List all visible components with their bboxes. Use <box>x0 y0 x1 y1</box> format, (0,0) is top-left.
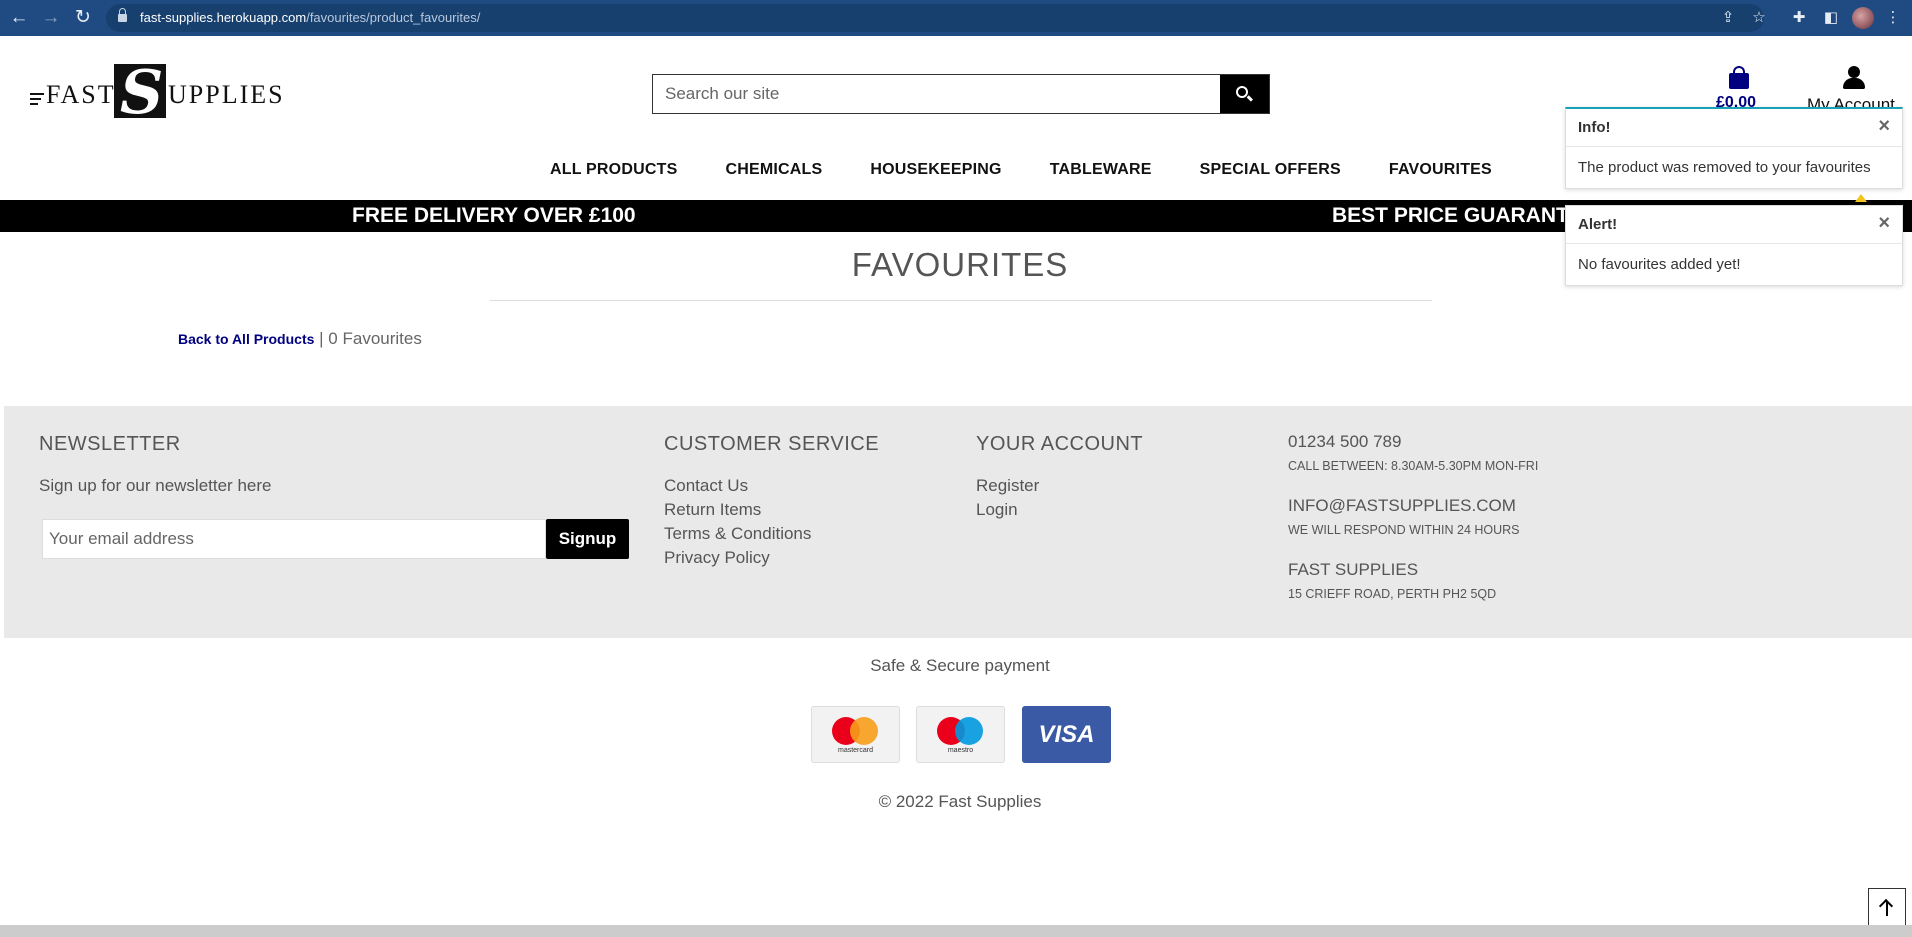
search-form <box>652 74 1270 114</box>
back-arrow-icon[interactable]: ← <box>8 7 30 29</box>
customer-service-links: Contact Us Return Items Terms & Conditio… <box>664 476 811 572</box>
terms-link[interactable]: Terms & Conditions <box>664 524 811 548</box>
search-button[interactable] <box>1220 75 1269 113</box>
return-items-link[interactable]: Return Items <box>664 500 811 524</box>
bookmark-star-icon[interactable]: ☆ <box>1748 7 1770 29</box>
separator: | <box>319 329 324 348</box>
mastercard-logo: mastercard <box>811 706 900 763</box>
browser-toolbar: ← → ↻ fast-supplies.herokuapp.com/favour… <box>0 0 1912 36</box>
search-input[interactable] <box>653 75 1221 113</box>
toast-title: Alert! <box>1578 216 1618 233</box>
maestro-label: maestro <box>947 747 974 754</box>
reload-icon[interactable]: ↻ <box>72 7 94 29</box>
company-name: FAST SUPPLIES <box>1288 560 1419 579</box>
register-link[interactable]: Register <box>976 476 1039 500</box>
profile-avatar[interactable] <box>1852 7 1874 29</box>
maestro-logo: maestro <box>916 706 1005 763</box>
secure-payment-text: Safe & Secure payment <box>870 656 1050 675</box>
newsletter-heading: NEWSLETTER <box>39 433 181 455</box>
toast-title: Info! <box>1578 119 1611 136</box>
email-note: WE WILL RESPOND WITHIN 24 HOURS <box>1288 523 1520 537</box>
title-divider <box>490 300 1432 301</box>
address-bar[interactable]: fast-supplies.herokuapp.com/favourites/p… <box>106 4 1764 32</box>
shopping-bag-icon[interactable] <box>1728 66 1750 90</box>
logo-text-left: FAST <box>46 80 116 109</box>
toast-arrow <box>1855 194 1867 202</box>
signup-button[interactable]: Signup <box>546 519 629 559</box>
mastercard-label: mastercard <box>837 747 873 754</box>
favourites-summary: Back to All Products | 0 Favourites <box>178 329 422 349</box>
account-links: Register Login <box>976 476 1039 524</box>
customer-service-heading: CUSTOMER SERVICE <box>664 433 880 455</box>
newsletter-email-field <box>42 519 546 559</box>
logo-text-right: UPPLIES <box>168 80 285 109</box>
page-title: FAVOURITES <box>851 246 1069 283</box>
close-icon[interactable]: × <box>1878 212 1890 235</box>
company-address: 15 CRIEFF ROAD, PERTH PH2 5QD <box>1288 587 1497 601</box>
horizontal-scrollbar[interactable] <box>0 925 1912 937</box>
main-nav: ALL PRODUCTS CHEMICALS HOUSEKEEPING TABL… <box>550 161 1540 179</box>
speed-lines-icon <box>30 93 44 108</box>
favourites-count: 0 Favourites <box>328 329 422 348</box>
site-logo[interactable]: FAST S UPPLIES <box>30 58 283 128</box>
visa-logo: VISA <box>1022 706 1111 763</box>
copyright: © 2022 Fast Supplies <box>878 792 1042 811</box>
contact-us-link[interactable]: Contact Us <box>664 476 811 500</box>
nav-housekeeping[interactable]: HOUSEKEEPING <box>870 161 1001 179</box>
lock-icon <box>118 8 127 23</box>
login-link[interactable]: Login <box>976 500 1039 524</box>
nav-tableware[interactable]: TABLEWARE <box>1050 161 1152 179</box>
forward-arrow-icon[interactable]: → <box>40 7 62 29</box>
nav-chemicals[interactable]: CHEMICALS <box>725 161 822 179</box>
email-address[interactable]: INFO@FASTSUPPLIES.COM <box>1288 496 1516 516</box>
logo-mark: S <box>114 58 166 128</box>
menu-dots-icon[interactable]: ⋮ <box>1882 7 1904 29</box>
share-icon[interactable]: ⇪ <box>1717 7 1739 29</box>
user-icon[interactable] <box>1842 66 1866 90</box>
back-to-top-button[interactable] <box>1868 888 1906 928</box>
phone-number[interactable]: 01234 500 789 <box>1288 432 1401 452</box>
visa-label: VISA <box>1038 721 1095 748</box>
email-input[interactable] <box>43 520 545 558</box>
extensions-puzzle-icon[interactable]: ✚ <box>1788 7 1810 29</box>
side-panel-icon[interactable]: ◧ <box>1820 7 1842 29</box>
phone-hours: CALL BETWEEN: 8.30AM-5.30PM MON-FRI <box>1288 459 1539 473</box>
promo-free-delivery: FREE DELIVERY OVER £100 <box>352 204 636 227</box>
nav-special-offers[interactable]: SPECIAL OFFERS <box>1200 161 1341 179</box>
your-account-heading: YOUR ACCOUNT <box>976 433 1144 455</box>
newsletter-text: Sign up for our newsletter here <box>39 476 272 495</box>
nav-favourites[interactable]: FAVOURITES <box>1389 161 1492 179</box>
nav-all-products[interactable]: ALL PRODUCTS <box>550 161 677 179</box>
url-text: fast-supplies.herokuapp.com/favourites/p… <box>140 10 481 25</box>
privacy-policy-link[interactable]: Privacy Policy <box>664 548 811 572</box>
promo-best-price: BEST PRICE GUARANTEE <box>1332 204 1597 227</box>
back-to-products-link[interactable]: Back to All Products <box>178 331 314 347</box>
close-icon[interactable]: × <box>1878 115 1890 138</box>
info-toast: Info! × The product was removed to your … <box>1565 107 1903 189</box>
toast-message: The product was removed to your favourit… <box>1578 159 1871 176</box>
